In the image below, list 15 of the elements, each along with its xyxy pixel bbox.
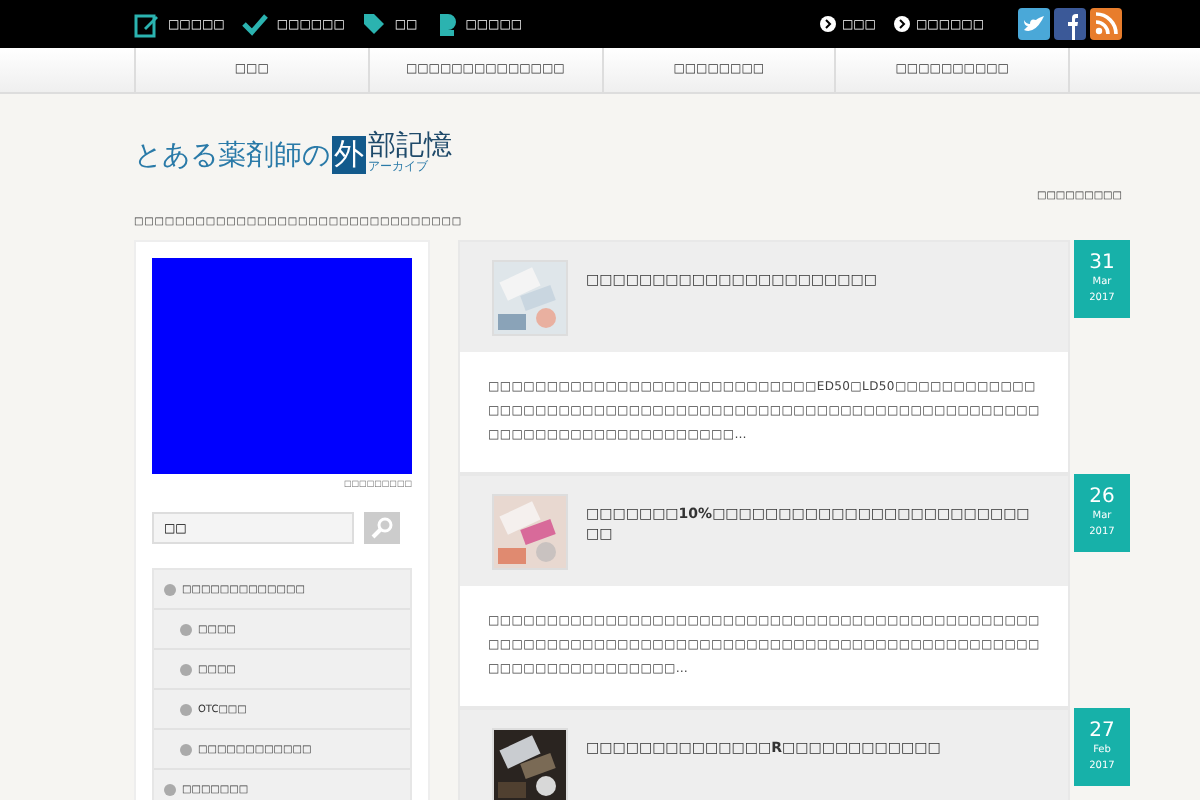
tag-icon xyxy=(362,12,387,36)
check-icon xyxy=(242,13,269,35)
post-thumbnail[interactable] xyxy=(492,260,568,336)
post-thumbnail[interactable] xyxy=(492,728,568,800)
post-thumbnail[interactable] xyxy=(492,494,568,570)
search-icon xyxy=(370,516,394,540)
arrow-circle-icon xyxy=(893,16,910,32)
date-day: 31 xyxy=(1089,252,1115,274)
date-day: 27 xyxy=(1089,720,1115,742)
arrow-circle-icon xyxy=(819,16,836,32)
rss-icon[interactable] xyxy=(1090,8,1122,40)
facebook-icon[interactable] xyxy=(1054,8,1086,40)
edit-icon xyxy=(134,11,160,37)
search-button[interactable] xyxy=(364,512,400,544)
date-day: 26 xyxy=(1089,486,1115,508)
